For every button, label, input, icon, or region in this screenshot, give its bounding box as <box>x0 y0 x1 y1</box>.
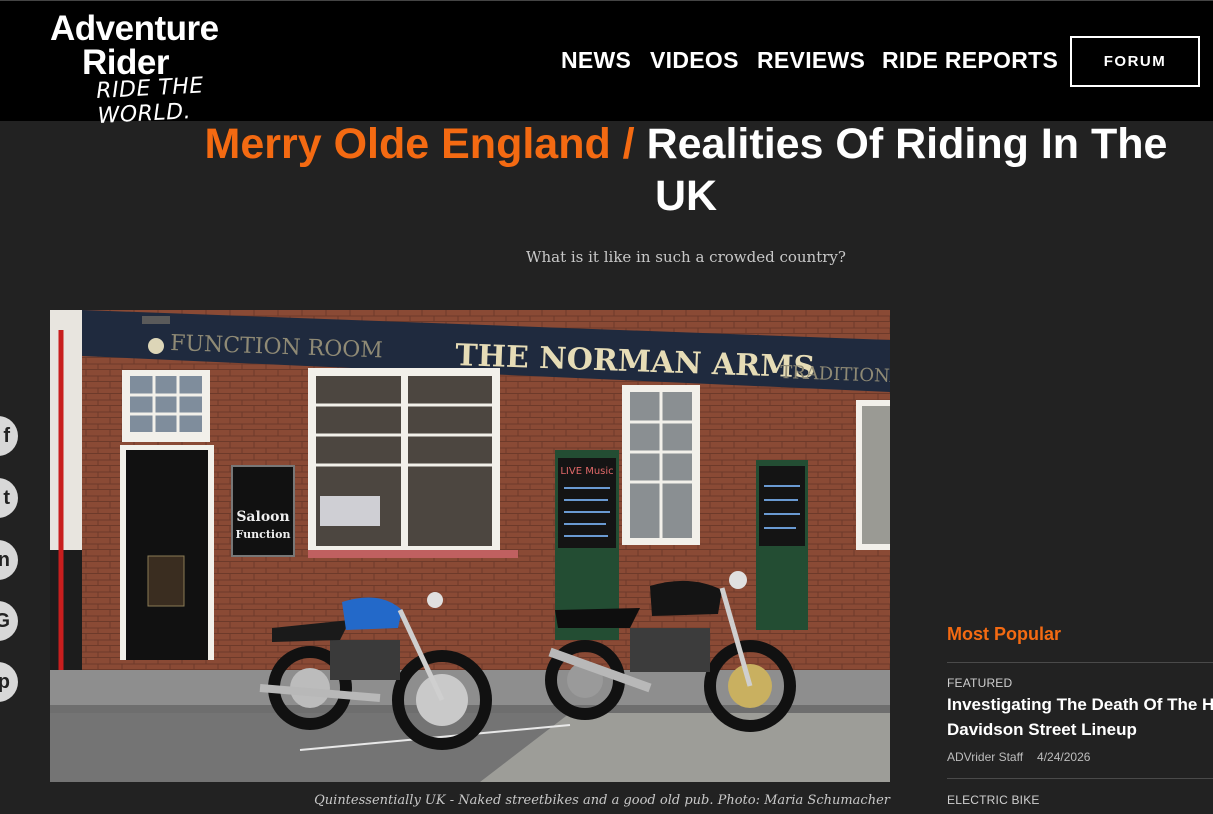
nav-ride-reports[interactable]: RIDE REPORTS <box>882 47 1058 74</box>
sidebar-divider <box>947 778 1213 779</box>
sidebar-item-date: 4/24/2026 <box>1037 750 1091 764</box>
sidebar-item-title[interactable]: Investigating The Death Of The Harley- D… <box>947 692 1213 742</box>
sidebar-item-tag[interactable]: ELECTRIC BIKE <box>947 793 1040 807</box>
site-header: Adventure Rider RIDE THE WORLD. NEWS VID… <box>0 0 1213 129</box>
article-hero-image: FUNCTION ROOM THE NORMAN ARMS TRADITIONA… <box>50 310 890 782</box>
sidebar-divider <box>947 662 1213 663</box>
sign-function: Function <box>236 528 291 541</box>
facebook-icon: f <box>3 424 10 447</box>
google-plus-icon: G <box>0 609 10 632</box>
twitter-share-button[interactable]: t <box>0 478 18 518</box>
sidebar-item-author[interactable]: ADVrider Staff <box>947 750 1023 764</box>
sidebar-item-title-line-2: Davidson Street Lineup <box>947 720 1137 739</box>
site-logo[interactable]: Adventure Rider RIDE THE WORLD. <box>50 9 290 129</box>
nav-news[interactable]: NEWS <box>561 47 631 74</box>
sign-live-music: LIVE Music <box>560 466 613 477</box>
pinterest-icon: p <box>0 670 10 693</box>
twitter-icon: t <box>3 486 10 509</box>
article-headline: Realities Of Riding In The UK <box>646 120 1168 220</box>
nav-reviews[interactable]: REVIEWS <box>757 47 865 74</box>
article-category[interactable]: Merry Olde England / <box>205 120 635 168</box>
facebook-share-button[interactable]: f <box>0 416 18 456</box>
nav-videos[interactable]: VIDEOS <box>650 47 739 74</box>
sidebar-item-title-line-1: Investigating The Death Of The Harley- <box>947 695 1213 714</box>
image-caption: Quintessentially UK - Naked streetbikes … <box>314 793 890 808</box>
google-plus-share-button[interactable]: G <box>0 601 18 641</box>
pub-photo-illustration: FUNCTION ROOM THE NORMAN ARMS TRADITIONA… <box>50 310 890 782</box>
article-subtitle: What is it like in such a crowded countr… <box>526 248 846 266</box>
linkedin-icon: in <box>0 548 10 571</box>
most-popular-heading: Most Popular <box>947 624 1062 644</box>
logo-line-1: Adventure <box>50 9 219 48</box>
article-title: Merry Olde England / Realities Of Riding… <box>200 118 1172 222</box>
sidebar-item-meta: ADVrider Staff 4/24/2026 <box>947 750 1090 764</box>
logo-line-2: Rider <box>82 43 169 82</box>
pinterest-share-button[interactable]: p <box>0 662 18 702</box>
forum-button[interactable]: FORUM <box>1070 36 1200 87</box>
linkedin-share-button[interactable]: in <box>0 540 18 580</box>
sign-saloon: Saloon <box>236 509 289 525</box>
sidebar-item-tag[interactable]: FEATURED <box>947 676 1012 690</box>
